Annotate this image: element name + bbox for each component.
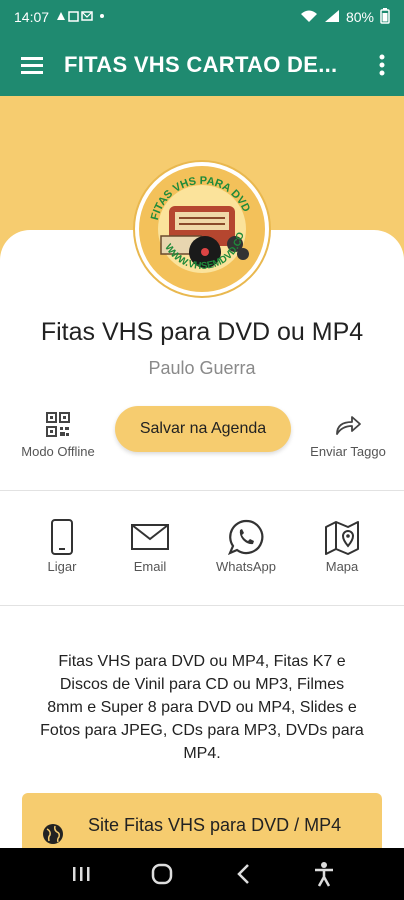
back-icon — [236, 864, 249, 884]
back-button[interactable] — [223, 854, 263, 894]
whatsapp-label: WhatsApp — [216, 559, 276, 574]
profile-subtitle: Paulo Guerra — [148, 358, 256, 378]
hamburger-icon — [21, 57, 43, 74]
map-label: Mapa — [325, 559, 359, 574]
whatsapp-button[interactable]: WhatsApp — [206, 515, 286, 574]
share-arrow-icon — [298, 410, 398, 440]
divider — [0, 605, 404, 606]
map-icon — [302, 515, 382, 559]
share-label: Enviar Taggo — [310, 444, 386, 459]
qr-code-icon — [8, 410, 108, 440]
more-options-button[interactable] — [360, 34, 404, 96]
offline-mode-label: Modo Offline — [21, 444, 95, 459]
profile-title: Fitas VHS para DVD ou MP4 — [40, 318, 364, 346]
home-icon — [151, 863, 172, 885]
email-label: Email — [133, 559, 167, 574]
hamburger-menu-button[interactable] — [0, 34, 64, 96]
status-time: 14:07 — [14, 9, 50, 25]
home-button[interactable] — [142, 854, 182, 894]
wifi-icon — [300, 9, 318, 26]
map-button[interactable]: Mapa — [302, 515, 382, 574]
share-button[interactable]: Enviar Taggo — [298, 410, 398, 459]
app-bar: FITAS VHS CARTAO DE... — [0, 34, 404, 96]
call-label: Ligar — [47, 559, 77, 574]
offline-mode-button[interactable]: Modo Offline — [8, 410, 108, 459]
accessibility-button[interactable] — [304, 854, 344, 894]
globe-icon — [42, 823, 64, 850]
phone-icon — [22, 515, 102, 559]
save-contact-button[interactable]: Salvar na Agenda — [115, 406, 291, 452]
recent-apps-button[interactable] — [61, 854, 101, 894]
accessibility-icon — [314, 862, 333, 887]
call-button[interactable]: Ligar — [22, 515, 102, 574]
divider — [0, 490, 404, 491]
whatsapp-icon — [206, 515, 286, 559]
status-bar: 14:07 80% — [0, 0, 404, 34]
system-nav-bar — [0, 848, 404, 900]
app-title: FITAS VHS CARTAO DE... — [64, 52, 338, 77]
description-text: Fitas VHS para DVD ou MP4, Fitas K7 e Di… — [40, 653, 364, 762]
recent-apps-icon — [72, 867, 89, 881]
signal-icon — [324, 9, 340, 26]
battery-text: 80% — [345, 9, 374, 25]
battery-icon — [380, 7, 390, 27]
profile-logo: FITAS VHS PARA DVD WWW.VHSEMDVD.COM — [135, 162, 269, 296]
notification-icons — [55, 9, 115, 26]
actions-row: Modo Offline Salvar na Agenda Enviar Tag… — [0, 400, 404, 470]
mail-icon — [110, 515, 190, 559]
site-link-label: Site Fitas VHS para DVD / MP4 — [88, 815, 342, 835]
more-vertical-icon — [379, 54, 385, 76]
contact-row: Ligar Email WhatsApp Mapa — [0, 515, 404, 585]
email-button[interactable]: Email — [110, 515, 190, 574]
